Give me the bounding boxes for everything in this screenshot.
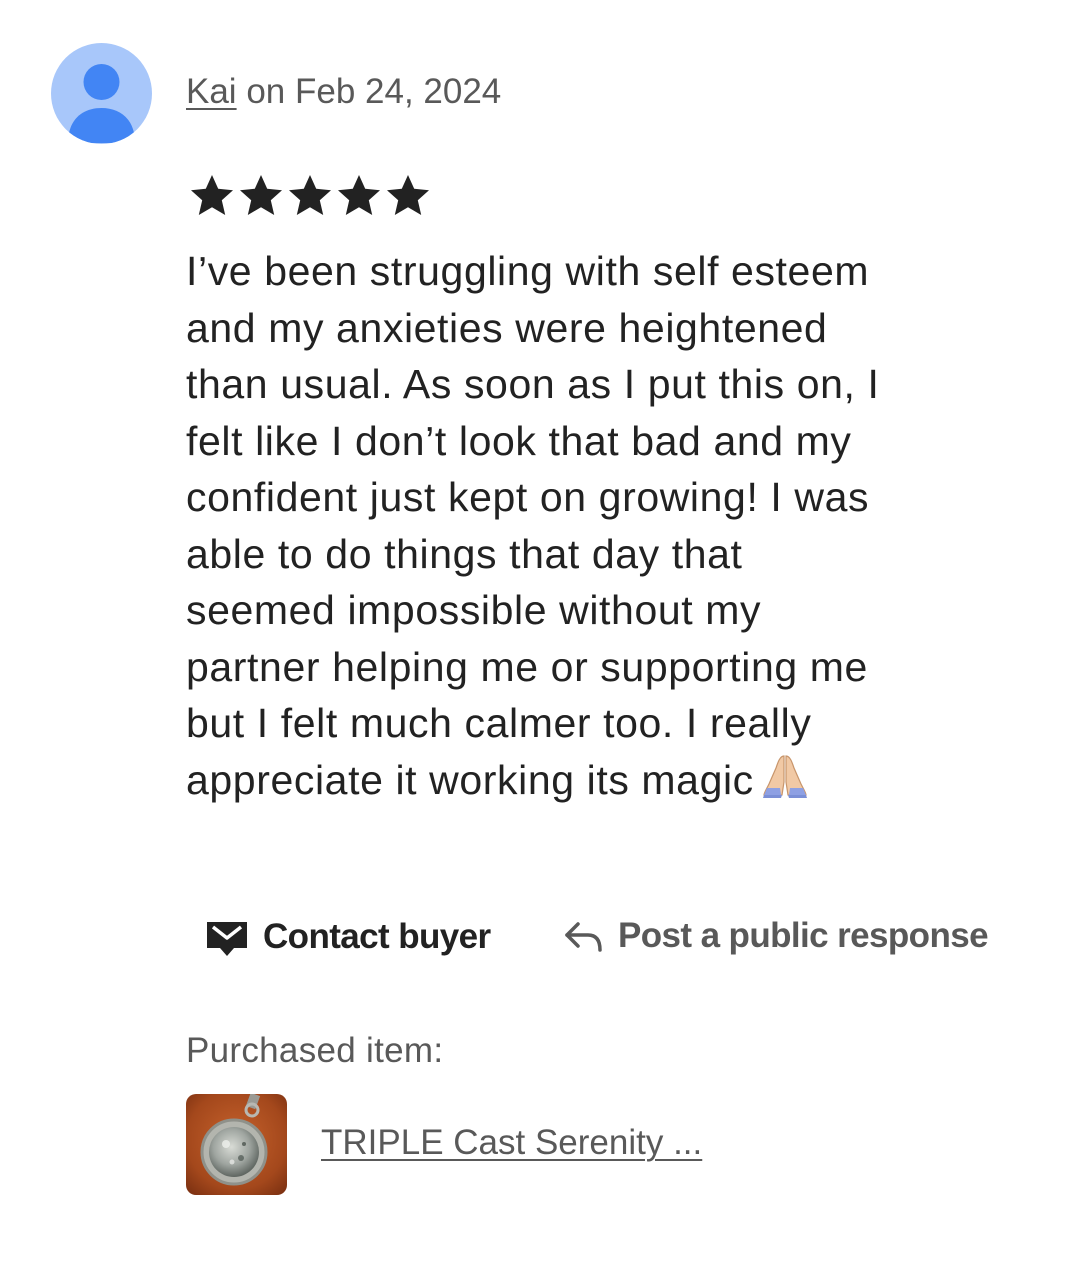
review-line: but I felt much calmer too. I really	[186, 700, 812, 746]
contact-buyer-button[interactable]: Contact buyer	[205, 916, 491, 958]
review-line: felt like I don’t look that bad and my	[186, 417, 852, 464]
purchased-item-title-link[interactable]: TRIPLE Cast Serenity ...	[321, 1121, 702, 1165]
contact-buyer-label: Contact buyer	[263, 917, 491, 956]
review-line-text: appreciate it working its magic	[186, 756, 754, 803]
review-line: than usual. As soon as I put this on, I	[186, 361, 880, 407]
review-header: Kai on Feb 24, 2024	[186, 70, 501, 114]
folded-hands-emoji-icon	[760, 752, 810, 813]
star-icon	[289, 175, 331, 215]
star-icon	[338, 175, 380, 215]
post-public-response-label: Post a public response	[618, 916, 989, 955]
review-line: seemed impossible without my	[186, 587, 762, 633]
purchased-item-thumbnail[interactable]	[186, 1094, 287, 1195]
star-icon	[240, 175, 282, 215]
review-line: able to do things that day that	[186, 530, 743, 577]
person-icon	[68, 64, 135, 143]
review-line: and my anxieties were heightened	[186, 304, 828, 351]
star-icon	[387, 175, 429, 215]
reply-arrow-icon	[565, 922, 602, 952]
reviewer-name-link[interactable]: Kai	[186, 72, 237, 111]
post-public-response-button[interactable]: Post a public response	[562, 916, 989, 956]
purchased-item-label: Purchased item:	[186, 1031, 444, 1070]
review-line: confident just kept on growing! I was	[186, 474, 870, 520]
pendant-image-icon	[186, 1094, 287, 1195]
review-line-last: appreciate it working its magic	[186, 752, 1016, 813]
reviewer-avatar[interactable]	[51, 43, 152, 144]
mail-icon	[207, 922, 247, 956]
review-body: I’ve been struggling with self esteem an…	[186, 243, 1016, 812]
star-icon	[191, 175, 233, 215]
star-rating	[188, 172, 432, 220]
review-line: partner helping me or supporting me	[186, 643, 868, 690]
review-date: on Feb 24, 2024	[236, 72, 502, 111]
review-line: I’ve been struggling with self esteem	[186, 248, 870, 294]
